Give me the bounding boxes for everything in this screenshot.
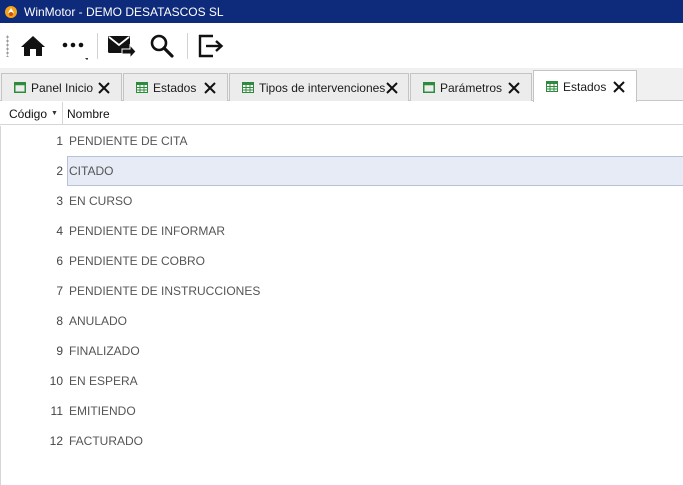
search-button[interactable] [147, 31, 177, 61]
cell-codigo: 8 [56, 314, 63, 328]
cell-nombre: ANULADO [69, 314, 128, 328]
tab-tipos-de-intervenciones[interactable]: Tipos de intervenciones [229, 73, 409, 101]
cell-codigo: 10 [49, 374, 63, 388]
cell-codigo: 4 [56, 224, 63, 238]
title-bar: WinMotor - DEMO DESATASCOS SL [0, 0, 683, 23]
more-icon [62, 42, 88, 60]
tab-strip: Panel Inicio Estados Tipos de intervenci… [0, 68, 683, 102]
exit-button[interactable] [196, 31, 226, 61]
column-header-label: Nombre [67, 106, 110, 121]
table-row[interactable]: 1 PENDIENTE DE CITA [1, 126, 683, 156]
grid-body: 1 PENDIENTE DE CITA 2 CITADO 3 EN CURSO 4 PENDI… [0, 126, 683, 485]
tab-label: Parámetros [440, 80, 503, 95]
close-icon[interactable] [385, 81, 399, 95]
cell-nombre: EN CURSO [69, 194, 133, 208]
table-row[interactable]: 4 PENDIENTE DE INFORMAR [1, 216, 683, 246]
cell-codigo: 11 [50, 404, 63, 418]
table-icon [136, 82, 148, 93]
cell-codigo: 6 [56, 254, 63, 268]
cell-codigo: 3 [56, 194, 63, 208]
window-title: WinMotor - DEMO DESATASCOS SL [24, 4, 224, 19]
cell-nombre: PENDIENTE DE INSTRUCCIONES [69, 284, 261, 298]
cell-codigo: 2 [56, 164, 63, 178]
tab-label: Estados [563, 79, 607, 94]
home-icon [21, 36, 45, 56]
cell-nombre: PENDIENTE DE INFORMAR [69, 224, 226, 238]
tab-estados[interactable]: Estados [123, 73, 228, 101]
tab-label: Estados [153, 80, 197, 95]
table-row[interactable]: 6 PENDIENTE DE COBRO [1, 246, 683, 276]
cell-codigo: 1 [56, 134, 63, 148]
cell-nombre: EN ESPERA [69, 374, 138, 388]
table-row[interactable]: 9 FINALIZADO [1, 336, 683, 366]
cell-codigo: 9 [56, 344, 63, 358]
close-icon[interactable] [612, 80, 626, 94]
table-row[interactable]: 11 EMITIENDO [1, 396, 683, 426]
home-button[interactable] [18, 31, 48, 61]
tab-parametros[interactable]: Parámetros [410, 73, 532, 101]
more-button[interactable] [58, 31, 88, 61]
send-mail-button[interactable] [106, 31, 136, 61]
table-row[interactable]: 8 ANULADO [1, 306, 683, 336]
table-row[interactable]: 12 FACTURADO [1, 426, 683, 456]
cell-nombre: PENDIENTE DE CITA [69, 134, 188, 148]
window-icon [14, 82, 26, 93]
cell-nombre: FINALIZADO [69, 344, 140, 358]
tab-label: Tipos de intervenciones [259, 80, 386, 95]
mail-send-icon [108, 36, 136, 60]
close-icon[interactable] [203, 81, 217, 95]
cell-nombre: PENDIENTE DE COBRO [69, 254, 206, 268]
table-icon [242, 82, 254, 93]
main-toolbar [0, 23, 683, 68]
table-row[interactable]: 2 CITADO [1, 156, 683, 186]
sort-descending-icon: ▼ [51, 110, 58, 117]
toolbar-grip[interactable] [6, 35, 9, 57]
window-icon [423, 82, 435, 93]
search-icon [150, 34, 174, 58]
table-row[interactable]: 10 EN ESPERA [1, 366, 683, 396]
grid-header: Código ▼ Nombre [0, 102, 683, 125]
cell-nombre: EMITIENDO [69, 404, 136, 418]
app-logo-icon [5, 5, 17, 18]
cell-codigo: 7 [56, 284, 63, 298]
table-row[interactable]: 7 PENDIENTE DE INSTRUCCIONES [1, 276, 683, 306]
toolbar-separator [97, 33, 98, 59]
table-row[interactable]: 3 EN CURSO [1, 186, 683, 216]
cell-nombre: FACTURADO [69, 434, 144, 448]
close-icon[interactable] [97, 81, 111, 95]
tab-estados-active[interactable]: Estados [533, 70, 637, 102]
column-header-label: Código [9, 106, 48, 121]
tab-label: Panel Inicio [31, 80, 94, 95]
tab-panel-inicio[interactable]: Panel Inicio [1, 73, 122, 101]
exit-icon [198, 34, 224, 58]
column-header-nombre[interactable]: Nombre [67, 102, 110, 125]
cell-codigo: 12 [49, 434, 63, 448]
column-header-codigo[interactable]: Código ▼ [0, 102, 63, 125]
close-icon[interactable] [507, 81, 521, 95]
cell-nombre: CITADO [67, 156, 683, 186]
table-icon [546, 81, 558, 92]
toolbar-separator [187, 33, 188, 59]
